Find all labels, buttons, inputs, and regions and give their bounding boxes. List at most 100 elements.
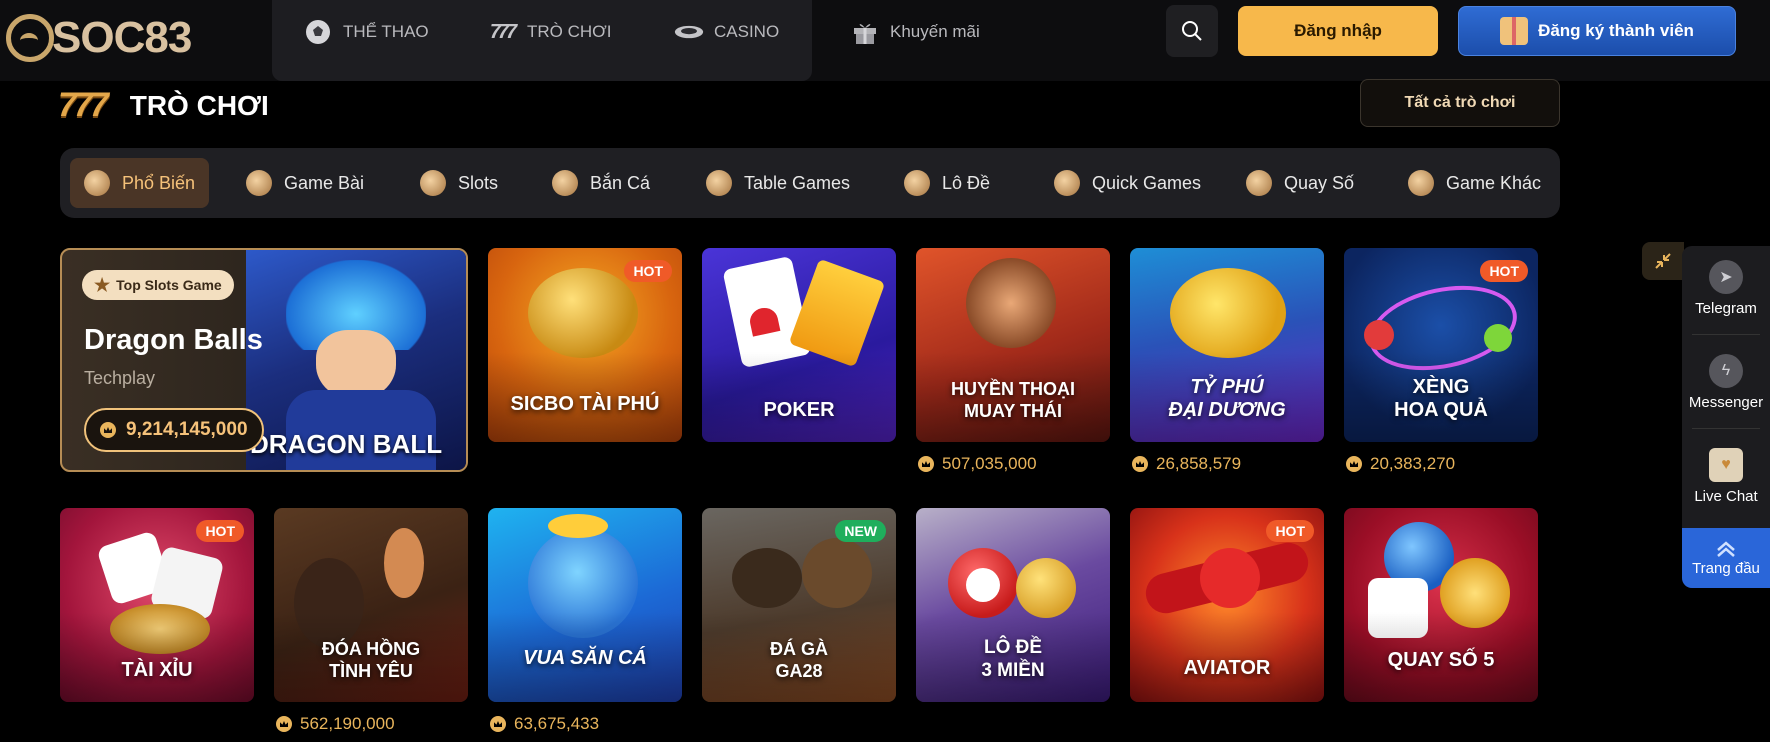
hot-badge: HOT [1266, 520, 1314, 542]
featured-game-art: DRAGON BALL [246, 250, 466, 470]
nav-games-label: TRÒ CHƠI [527, 22, 612, 41]
site-logo[interactable]: SOC83 [6, 12, 192, 64]
jackpot-fish-king: 63,675,433 [490, 714, 599, 734]
nav-sports-label: THỂ THAO [343, 22, 429, 41]
nav-sports[interactable]: THỂ THAO [303, 18, 429, 46]
collapse-icon [1655, 253, 1671, 269]
slot-777-icon: 777 [58, 86, 109, 124]
badge-label: Top Slots Game [116, 277, 222, 293]
game-tile-ocean-tycoon[interactable]: TỶ PHÚ ĐẠI DƯƠNG [1130, 248, 1324, 442]
game-title: TÀI XỈU [121, 659, 193, 681]
sidebar-live-chat[interactable]: ♥ Live Chat [1682, 448, 1770, 505]
game-tile-aviator[interactable]: HOT AVIATOR [1130, 508, 1324, 702]
game-title: ĐÁ GÀ GA28 [770, 639, 828, 681]
register-label: Đăng ký thành viên [1538, 21, 1694, 40]
crown-icon [100, 422, 116, 438]
heart-chat-icon: ♥ [1709, 448, 1743, 482]
lottery-ball-icon [904, 170, 930, 196]
nav-games[interactable]: 777 TRÒ CHƠI [487, 18, 612, 46]
sidebar-telegram[interactable]: ➤ Telegram [1682, 260, 1770, 317]
game-tile-poker[interactable]: POKER [702, 248, 896, 442]
hot-badge: HOT [624, 260, 672, 282]
hot-badge: HOT [196, 520, 244, 542]
view-all-games-button[interactable]: Tất cả trò chơi [1360, 79, 1560, 127]
tab-number-draw[interactable]: Quay Số [1232, 158, 1368, 208]
game-tile-muay-thai[interactable]: HUYỀN THOẠI MUAY THÁI [916, 248, 1110, 442]
tab-table-games[interactable]: Table Games [692, 158, 864, 208]
tab-popular[interactable]: Phổ Biến [70, 158, 210, 208]
casino-chip-icon [674, 18, 704, 46]
new-badge: NEW [835, 520, 886, 542]
game-tile-fish-king[interactable]: VUA SĂN CÁ [488, 508, 682, 702]
chevron-up-icon [1717, 540, 1735, 557]
logo-text: SOC83 [52, 13, 192, 62]
nav-promotions[interactable]: Khuyến mãi [850, 18, 980, 46]
tab-slots[interactable]: Slots [406, 158, 512, 208]
contact-sidebar: ➤ Telegram ϟ Messenger ♥ Live Chat Trang… [1682, 246, 1770, 588]
game-tile-fruit-slots[interactable]: HOT XÈNG HOA QUẢ [1344, 248, 1538, 442]
featured-jackpot: 9,214,145,000 [84, 408, 264, 452]
game-tile-sicbo[interactable]: HOT SICBO TÀI PHÚ [488, 248, 682, 442]
back-to-top-button[interactable]: Trang đầu [1682, 528, 1770, 588]
messenger-icon: ϟ [1709, 354, 1743, 388]
jackpot-value: 9,214,145,000 [126, 419, 248, 440]
register-button[interactable]: Đăng ký thành viên [1458, 6, 1736, 56]
game-tile-cockfight[interactable]: NEW ĐÁ GÀ GA28 [702, 508, 896, 702]
search-button[interactable] [1166, 5, 1218, 57]
sidebar-label: Telegram [1695, 300, 1757, 317]
slot-machine-icon [420, 170, 446, 196]
fire-icon [84, 170, 110, 196]
back-to-top-label: Trang đầu [1692, 559, 1760, 577]
tab-card-games[interactable]: Game Bài [232, 158, 378, 208]
sidebar-label: Live Chat [1694, 488, 1758, 505]
quick-game-icon [1054, 170, 1080, 196]
game-tile-love-rose[interactable]: ĐÓA HỒNG TÌNH YÊU [274, 508, 468, 702]
featured-game-name: Dragon Balls [84, 324, 263, 356]
soccer-ball-icon [303, 18, 333, 46]
game-title: TỶ PHÚ ĐẠI DƯƠNG [1168, 376, 1286, 421]
tab-fishing[interactable]: Bắn Cá [538, 158, 664, 208]
nav-promotions-label: Khuyến mãi [890, 22, 980, 41]
gamepad-icon [1408, 170, 1434, 196]
game-title: QUAY SỐ 5 [1387, 649, 1495, 671]
tab-label: Slots [458, 172, 499, 193]
nav-casino[interactable]: CASINO [674, 18, 779, 46]
crown-icon [490, 716, 506, 732]
section-title: TRÒ CHƠI [129, 89, 269, 121]
jackpot-muay-thai: 507,035,000 [918, 454, 1037, 474]
login-button[interactable]: Đăng nhập [1238, 6, 1438, 56]
sidebar-messenger[interactable]: ϟ Messenger [1682, 354, 1770, 411]
tab-quick-games[interactable]: Quick Games [1040, 158, 1215, 208]
hot-badge: HOT [1480, 260, 1528, 282]
tab-label: Quay Số [1284, 172, 1355, 193]
collapse-sidebar-button[interactable] [1642, 242, 1684, 280]
gift-icon [850, 18, 880, 46]
game-title: HUYỀN THOẠI MUAY THÁI [950, 379, 1075, 421]
star-icon: ★ [94, 274, 111, 295]
tab-label: Lô Đề [942, 172, 991, 193]
game-title: ĐÓA HỒNG TÌNH YÊU [321, 639, 421, 681]
jackpot-value: 20,383,270 [1370, 454, 1456, 473]
tab-other-games[interactable]: Game Khác [1394, 158, 1555, 208]
fish-cannon-icon [552, 170, 578, 196]
featured-game-card[interactable]: DRAGON BALL ★ Top Slots Game Dragon Ball… [60, 248, 468, 472]
draw-balls-icon [1246, 170, 1272, 196]
tab-label: Game Khác [1446, 172, 1542, 193]
jackpot-ocean-tycoon: 26,858,579 [1132, 454, 1241, 474]
table-game-icon [706, 170, 732, 196]
game-title: VUA SĂN CÁ [523, 647, 647, 669]
game-tile-quay-so-5[interactable]: QUAY SỐ 5 [1344, 508, 1538, 702]
section-header: 777 TRÒ CHƠI [58, 86, 269, 125]
tab-lottery[interactable]: Lô Đề [890, 158, 1004, 208]
crown-icon [1132, 456, 1148, 472]
jackpot-love-rose: 562,190,000 [276, 714, 395, 734]
game-title: SICBO TÀI PHÚ [510, 393, 660, 415]
game-tile-tai-xiu[interactable]: HOT TÀI XỈU [60, 508, 254, 702]
telegram-icon: ➤ [1709, 260, 1743, 294]
search-icon [1182, 21, 1202, 41]
tab-label: Phổ Biến [122, 172, 196, 193]
game-tile-lottery-3-regions[interactable]: LÔ ĐỀ 3 MIỀN [916, 508, 1110, 702]
tab-label: Table Games [744, 172, 851, 193]
game-title: AVIATOR [1183, 657, 1271, 679]
tab-label: Bắn Cá [590, 172, 651, 193]
